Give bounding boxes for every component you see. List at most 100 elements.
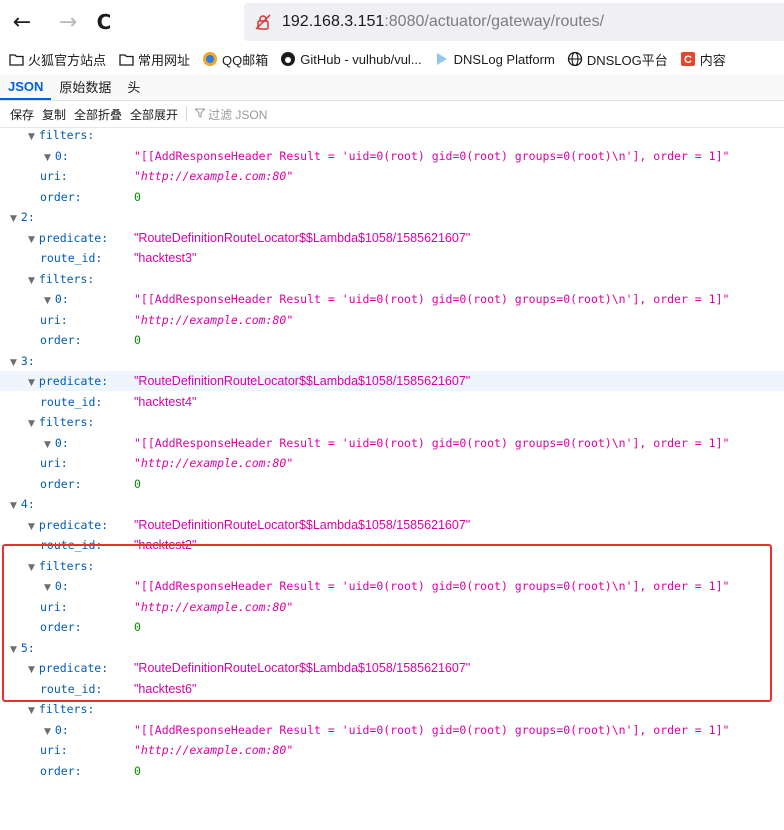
json-row[interactable]: ▼ predicate: "RouteDefinitionRouteLocator$… — [0, 228, 784, 248]
filter-json-input[interactable]: 过滤 JSON — [194, 106, 268, 123]
json-row[interactable]: ▼ filters: — [0, 699, 784, 719]
github-icon — [280, 51, 296, 67]
json-value: "[[AddResponseHeader Result = 'uid=0(roo… — [134, 292, 730, 306]
json-value: "http://example.com:80" — [134, 456, 294, 470]
insecure-lock-icon[interactable] — [254, 13, 272, 31]
filter-placeholder: 过滤 JSON — [208, 107, 268, 122]
json-key[interactable]: ▼ filters: — [28, 127, 94, 147]
json-row[interactable]: ▼ 0: "[[AddResponseHeader Result = 'uid=0(… — [0, 433, 784, 453]
expand-toggle-icon[interactable]: ▼ — [44, 296, 51, 306]
json-row[interactable]: ▼ predicate: "RouteDefinitionRouteLocator$… — [0, 371, 784, 391]
json-key: order: — [40, 187, 82, 207]
url-text[interactable]: 192.168.3.151:8080/actuator/gateway/rout… — [282, 13, 604, 31]
json-row[interactable]: ▼ 2: — [0, 207, 784, 227]
json-row[interactable]: ▼ 4: — [0, 494, 784, 514]
json-key[interactable]: ▼ filters: — [28, 269, 94, 291]
expand-toggle-icon[interactable]: ▼ — [10, 645, 17, 655]
url-bar[interactable]: 192.168.3.151:8080/actuator/gateway/rout… — [244, 3, 784, 41]
expand-toggle-icon[interactable]: ▼ — [44, 727, 51, 737]
save-button[interactable]: 保存 — [10, 106, 34, 123]
bookmark-item[interactable]: 常用网址 — [118, 50, 190, 69]
expand-toggle-icon[interactable]: ▼ — [10, 501, 17, 511]
json-key[interactable]: ▼ predicate: — [28, 371, 108, 393]
json-value: "http://example.com:80" — [134, 169, 294, 183]
json-row[interactable]: ▼ filters: — [0, 269, 784, 289]
json-key[interactable]: ▼ 2: — [10, 207, 35, 229]
json-row: uri: "http://example.com:80" — [0, 310, 784, 330]
back-arrow-icon[interactable]: ← — [4, 0, 40, 44]
json-row[interactable]: ▼ 0: "[[AddResponseHeader Result = 'uid=0(… — [0, 720, 784, 740]
json-value: 0 — [134, 763, 141, 778]
json-key[interactable]: ▼ predicate: — [28, 658, 108, 680]
expand-toggle-icon[interactable]: ▼ — [28, 378, 35, 388]
json-key[interactable]: ▼ 3: — [10, 351, 35, 373]
bookmark-item[interactable]: QQ邮箱 — [202, 50, 268, 69]
json-row[interactable]: ▼ 0: "[[AddResponseHeader Result = 'uid=0(… — [0, 289, 784, 309]
json-key[interactable]: ▼ predicate: — [28, 515, 108, 537]
json-key[interactable]: ▼ 0: — [44, 720, 69, 742]
json-key-text: 3: — [20, 353, 35, 368]
json-key[interactable]: ▼ 0: — [44, 289, 69, 311]
json-key-text: route_id: — [40, 681, 103, 696]
tab-headers[interactable]: 头 — [119, 76, 148, 100]
json-value: "hacktest3" — [134, 251, 197, 265]
json-key: route_id: — [40, 392, 102, 412]
expand-toggle-icon[interactable]: ▼ — [10, 358, 17, 368]
bookmark-item[interactable]: 火狐官方站点 — [8, 50, 106, 69]
bookmark-item[interactable]: C 内容 — [680, 50, 726, 69]
json-key[interactable]: ▼ 0: — [44, 576, 69, 598]
json-row[interactable]: ▼ predicate: "RouteDefinitionRouteLocator$… — [0, 658, 784, 678]
expand-toggle-icon[interactable]: ▼ — [44, 153, 51, 163]
json-row[interactable]: ▼ 3: — [0, 351, 784, 371]
json-row[interactable]: ▼ 0: "[[AddResponseHeader Result = 'uid=0(… — [0, 576, 784, 596]
expand-toggle-icon[interactable]: ▼ — [28, 706, 35, 716]
copy-button[interactable]: 复制 — [42, 106, 66, 123]
json-row[interactable]: ▼ filters: — [0, 556, 784, 576]
json-key[interactable]: ▼ filters: — [28, 412, 94, 434]
json-row[interactable]: ▼ filters: — [0, 127, 784, 145]
json-key: uri: — [40, 166, 68, 186]
expand-toggle-icon[interactable]: ▼ — [10, 214, 17, 224]
bookmark-item[interactable]: GitHub - vulhub/vul... — [280, 51, 422, 67]
json-key[interactable]: ▼ predicate: — [28, 228, 108, 250]
expand-toggle-icon[interactable]: ▼ — [44, 440, 51, 450]
expand-all-button[interactable]: 全部展开 — [130, 106, 178, 123]
reload-icon[interactable]: C — [86, 0, 122, 44]
bookmark-item[interactable]: DNSLOG平台 — [567, 50, 668, 69]
json-key[interactable]: ▼ 0: — [44, 146, 69, 168]
json-row[interactable]: ▼ predicate: "RouteDefinitionRouteLocator$… — [0, 515, 784, 535]
json-row: order: 0 — [0, 617, 784, 637]
bookmark-item[interactable]: DNSLog Platform — [434, 51, 555, 67]
forward-arrow-icon[interactable]: → — [50, 0, 86, 44]
expand-toggle-icon[interactable]: ▼ — [28, 235, 35, 245]
expand-toggle-icon[interactable]: ▼ — [28, 665, 35, 675]
tab-json[interactable]: JSON — [0, 76, 52, 100]
folder-icon — [118, 51, 134, 67]
json-key[interactable]: ▼ 0: — [44, 433, 69, 455]
json-key: route_id: — [40, 679, 102, 699]
json-key-text: order: — [40, 333, 82, 347]
json-row[interactable]: ▼ filters: — [0, 412, 784, 432]
viewer-tabs: JSON 原始数据 头 — [0, 74, 784, 101]
expand-toggle-icon[interactable]: ▼ — [28, 419, 35, 429]
json-key[interactable]: ▼ 4: — [10, 494, 35, 516]
json-key[interactable]: ▼ 5: — [10, 638, 35, 660]
expand-toggle-icon[interactable]: ▼ — [28, 522, 35, 532]
json-key[interactable]: ▼ filters: — [28, 699, 94, 721]
tab-raw-data[interactable]: 原始数据 — [51, 76, 119, 100]
json-row: uri: "http://example.com:80" — [0, 453, 784, 473]
expand-toggle-icon[interactable]: ▼ — [28, 132, 35, 142]
bookmarks-toolbar: 火狐官方站点 常用网址 QQ邮箱 GitHub - vulhub/vul... DNSL… — [0, 44, 784, 74]
json-key-text: filters: — [38, 271, 95, 286]
globe-icon — [567, 51, 583, 67]
json-key[interactable]: ▼ filters: — [28, 556, 94, 578]
json-key-text: route_id: — [40, 394, 103, 409]
json-row[interactable]: ▼ 0: "[[AddResponseHeader Result = 'uid=0(… — [0, 146, 784, 166]
json-key-text: uri: — [40, 312, 68, 327]
collapse-all-button[interactable]: 全部折叠 — [74, 106, 122, 123]
json-row[interactable]: ▼ 5: — [0, 638, 784, 658]
expand-toggle-icon[interactable]: ▼ — [44, 583, 51, 593]
expand-toggle-icon[interactable]: ▼ — [28, 276, 35, 286]
qq-mail-icon — [202, 51, 218, 67]
expand-toggle-icon[interactable]: ▼ — [28, 563, 35, 573]
